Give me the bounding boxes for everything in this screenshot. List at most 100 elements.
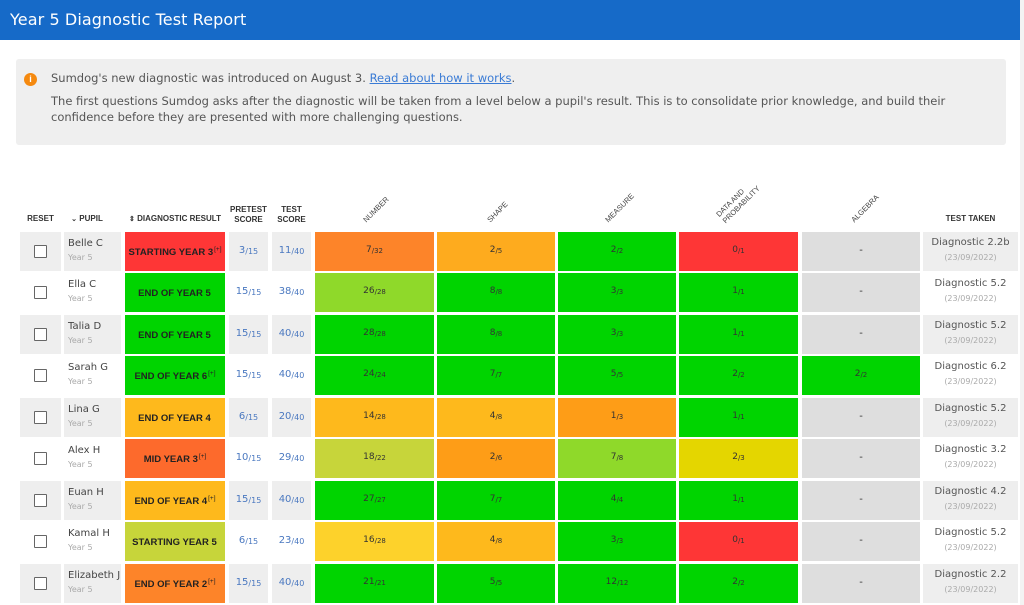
data-probability-cell[interactable]: 1/1 xyxy=(679,315,798,354)
shape-cell[interactable]: 7/7 xyxy=(437,481,555,520)
pretest-score-cell[interactable]: 15/15 xyxy=(229,481,268,520)
pretest-score[interactable]: 15/15 xyxy=(229,577,268,588)
test-score[interactable]: 23/40 xyxy=(272,535,311,546)
pretest-score-cell[interactable]: 15/15 xyxy=(229,315,268,354)
test-score-cell[interactable]: 20/40 xyxy=(272,398,311,437)
pupil-name[interactable]: Belle C xyxy=(68,238,103,249)
diagnostic-result-cell[interactable]: END OF YEAR 2[+] xyxy=(125,564,225,603)
test-score-cell[interactable]: 40/40 xyxy=(272,564,311,603)
pretest-score[interactable]: 15/15 xyxy=(229,286,268,297)
measure-cell[interactable]: 3/3 xyxy=(558,315,676,354)
pupil-name[interactable]: Kamal H xyxy=(68,528,110,539)
reset-checkbox[interactable] xyxy=(34,494,47,507)
pupil-name[interactable]: Talia D xyxy=(68,321,101,332)
pupil-cell[interactable]: Ella C Year 5 xyxy=(64,273,121,312)
number-cell[interactable]: 26/28 xyxy=(315,273,434,312)
data-probability-cell[interactable]: 2/2 xyxy=(679,564,798,603)
reset-checkbox[interactable] xyxy=(34,245,47,258)
pupil-name[interactable]: Ella C xyxy=(68,279,96,290)
test-score-cell[interactable]: 40/40 xyxy=(272,481,311,520)
test-score[interactable]: 11/40 xyxy=(272,245,311,256)
algebra-cell[interactable]: - xyxy=(802,398,920,437)
shape-cell[interactable]: 8/8 xyxy=(437,315,555,354)
algebra-cell[interactable]: - xyxy=(802,522,920,561)
shape-cell[interactable]: 4/8 xyxy=(437,398,555,437)
diagnostic-result-cell[interactable]: MID YEAR 3[+] xyxy=(125,439,225,478)
data-probability-cell[interactable]: 0/1 xyxy=(679,522,798,561)
pupil-cell[interactable]: Alex H Year 5 xyxy=(64,439,121,478)
expand-toggle[interactable]: [+] xyxy=(199,453,206,460)
expand-toggle[interactable]: [+] xyxy=(208,578,215,585)
read-more-link[interactable]: Read about how it works xyxy=(370,71,512,85)
test-score-cell[interactable]: 23/40 xyxy=(272,522,311,561)
diagnostic-result-cell[interactable]: STARTING YEAR 3[+] xyxy=(125,232,225,271)
measure-cell[interactable]: 2/2 xyxy=(558,232,676,271)
pretest-score-cell[interactable]: 3/15 xyxy=(229,232,268,271)
pupil-name[interactable]: Alex H xyxy=(68,445,100,456)
number-cell[interactable]: 18/22 xyxy=(315,439,434,478)
diagnostic-result-cell[interactable]: END OF YEAR 5 xyxy=(125,273,225,312)
expand-toggle[interactable]: [+] xyxy=(208,370,215,377)
test-score-cell[interactable]: 38/40 xyxy=(272,273,311,312)
pupil-cell[interactable]: Talia D Year 5 xyxy=(64,315,121,354)
test-score[interactable]: 40/40 xyxy=(272,494,311,505)
column-header-pupil[interactable]: ⌄ PUPIL xyxy=(64,214,110,225)
test-score[interactable]: 40/40 xyxy=(272,577,311,588)
diagnostic-result-cell[interactable]: END OF YEAR 6[+] xyxy=(125,356,225,395)
reset-checkbox[interactable] xyxy=(34,577,47,590)
number-cell[interactable]: 24/24 xyxy=(315,356,434,395)
algebra-cell[interactable]: - xyxy=(802,315,920,354)
pretest-score-cell[interactable]: 15/15 xyxy=(229,564,268,603)
diagnostic-result-cell[interactable]: END OF YEAR 5 xyxy=(125,315,225,354)
pupil-name[interactable]: Euan H xyxy=(68,487,104,498)
data-probability-cell[interactable]: 0/1 xyxy=(679,232,798,271)
pupil-cell[interactable]: Kamal H Year 5 xyxy=(64,522,121,561)
algebra-cell[interactable]: - xyxy=(802,564,920,603)
pupil-cell[interactable]: Belle C Year 5 xyxy=(64,232,121,271)
pupil-name[interactable]: Elizabeth J xyxy=(68,570,120,581)
pupil-cell[interactable]: Sarah G Year 5 xyxy=(64,356,121,395)
diagnostic-result-cell[interactable]: END OF YEAR 4[+] xyxy=(125,481,225,520)
number-cell[interactable]: 28/28 xyxy=(315,315,434,354)
reset-checkbox[interactable] xyxy=(34,369,47,382)
number-cell[interactable]: 27/27 xyxy=(315,481,434,520)
pretest-score-cell[interactable]: 6/15 xyxy=(229,398,268,437)
number-cell[interactable]: 7/32 xyxy=(315,232,434,271)
pupil-cell[interactable]: Lina G Year 5 xyxy=(64,398,121,437)
data-probability-cell[interactable]: 2/3 xyxy=(679,439,798,478)
test-score[interactable]: 40/40 xyxy=(272,369,311,380)
algebra-cell[interactable]: - xyxy=(802,273,920,312)
test-score-cell[interactable]: 11/40 xyxy=(272,232,311,271)
shape-cell[interactable]: 2/6 xyxy=(437,439,555,478)
measure-cell[interactable]: 12/12 xyxy=(558,564,676,603)
measure-cell[interactable]: 4/4 xyxy=(558,481,676,520)
test-score-cell[interactable]: 40/40 xyxy=(272,356,311,395)
shape-cell[interactable]: 8/8 xyxy=(437,273,555,312)
algebra-cell[interactable]: - xyxy=(802,232,920,271)
reset-checkbox[interactable] xyxy=(34,328,47,341)
test-score[interactable]: 38/40 xyxy=(272,286,311,297)
expand-toggle[interactable]: [+] xyxy=(208,495,215,502)
pretest-score[interactable]: 15/15 xyxy=(229,369,268,380)
pretest-score[interactable]: 15/15 xyxy=(229,328,268,339)
measure-cell[interactable]: 7/8 xyxy=(558,439,676,478)
pupil-cell[interactable]: Elizabeth J Year 5 xyxy=(64,564,121,603)
measure-cell[interactable]: 3/3 xyxy=(558,522,676,561)
pupil-name[interactable]: Sarah G xyxy=(68,362,108,373)
data-probability-cell[interactable]: 1/1 xyxy=(679,273,798,312)
measure-cell[interactable]: 1/3 xyxy=(558,398,676,437)
reset-checkbox[interactable] xyxy=(34,411,47,424)
pretest-score[interactable]: 10/15 xyxy=(229,452,268,463)
reset-checkbox[interactable] xyxy=(34,286,47,299)
pretest-score[interactable]: 3/15 xyxy=(229,245,268,256)
diagnostic-result-cell[interactable]: END OF YEAR 4 xyxy=(125,398,225,437)
measure-cell[interactable]: 3/3 xyxy=(558,273,676,312)
test-score-cell[interactable]: 40/40 xyxy=(272,315,311,354)
shape-cell[interactable]: 5/5 xyxy=(437,564,555,603)
pretest-score-cell[interactable]: 6/15 xyxy=(229,522,268,561)
test-score[interactable]: 40/40 xyxy=(272,328,311,339)
data-probability-cell[interactable]: 2/2 xyxy=(679,356,798,395)
data-probability-cell[interactable]: 1/1 xyxy=(679,481,798,520)
pretest-score[interactable]: 6/15 xyxy=(229,535,268,546)
number-cell[interactable]: 16/28 xyxy=(315,522,434,561)
